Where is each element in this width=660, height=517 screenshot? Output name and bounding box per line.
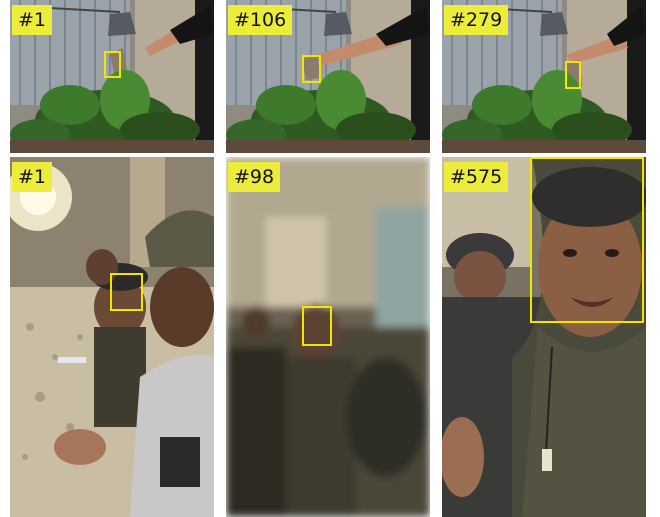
frame-panel-6: #575 (442, 157, 646, 517)
frame-number-label: #106 (228, 5, 293, 35)
frame-number-label: #1 (12, 5, 53, 35)
tracking-bounding-box (530, 157, 644, 323)
scene-party-selfie-image (10, 157, 214, 517)
frame-number-label: #98 (228, 162, 281, 192)
frame-panel-5: #98 (226, 157, 430, 517)
tracking-result-grid: #1 #106 #279 #1 #98 #575 (0, 0, 660, 517)
tracking-bounding-box (110, 273, 143, 311)
frame-panel-2: #106 (226, 0, 430, 153)
frame-number-label: #279 (444, 5, 509, 35)
frame-number-label: #575 (444, 162, 509, 192)
frame-number-label: #1 (12, 162, 53, 192)
frame-panel-3: #279 (442, 0, 646, 153)
tracking-bounding-box (302, 55, 321, 83)
tracking-bounding-box (302, 306, 332, 346)
tracking-bounding-box (104, 51, 121, 78)
tracking-bounding-box (565, 61, 581, 89)
frame-panel-4: #1 (10, 157, 214, 517)
frame-panel-1: #1 (10, 0, 214, 153)
